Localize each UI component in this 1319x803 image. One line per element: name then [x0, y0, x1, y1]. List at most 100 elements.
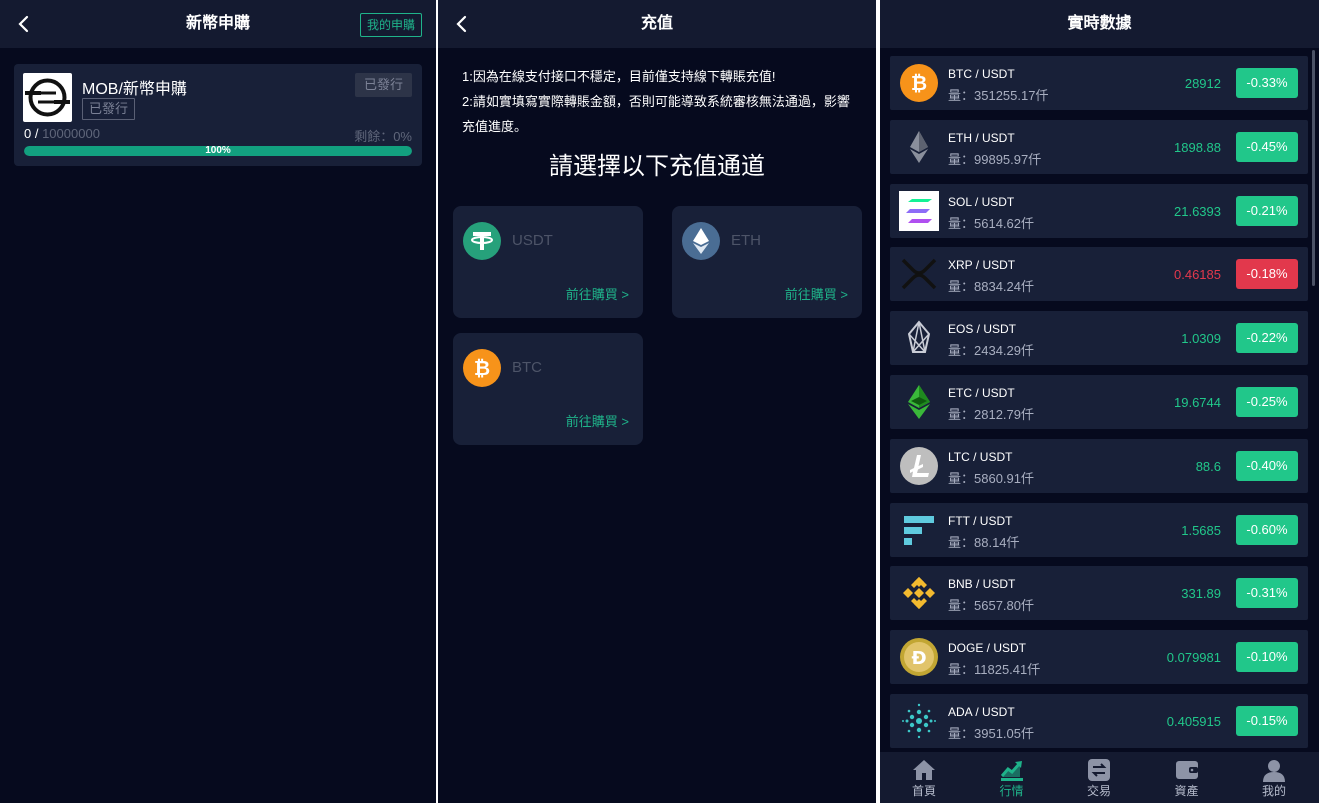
chart-icon: [1000, 758, 1024, 782]
volume: 量：3951.05仟: [948, 726, 1034, 741]
pair-name: FTT / USDT: [948, 513, 1013, 528]
xrp-icon: [899, 254, 939, 294]
usdt-icon: [463, 222, 501, 260]
tab-user[interactable]: 我的: [1239, 752, 1309, 803]
pair-name: ETH / USDT: [948, 130, 1015, 145]
price: 1.5685: [1181, 522, 1221, 538]
eth-icon: [682, 222, 720, 260]
coin-card[interactable]: MOB/新幣申購 已發行 已發行 0 / 10000000 剩餘：0% 100%: [14, 64, 422, 166]
pair-name: BTC / USDT: [948, 67, 1015, 81]
sold-amount: 0 /: [24, 126, 43, 141]
price: 88.6: [1195, 458, 1221, 474]
wallet-icon: [1175, 758, 1199, 782]
change-badge: -0.25%: [1236, 387, 1298, 417]
channel-name: ETH: [731, 232, 761, 249]
total-amount: 10000000: [42, 126, 100, 141]
progress-fill: 100%: [24, 146, 412, 156]
pair-name: DOGE / USDT: [948, 641, 1027, 656]
pair-name: ADA / USDT: [948, 705, 1015, 719]
bnb-icon: [899, 573, 939, 613]
pair-name: XRP / USDT: [948, 258, 1016, 273]
change-badge: -0.33%: [1236, 68, 1298, 98]
market-row[interactable]: LTC / USDT 量：5860.91仟 88.6 -0.40%: [890, 438, 1308, 493]
market-row[interactable]: EOS / USDT 量：2434.29仟 1.0309 -0.22%: [890, 311, 1308, 366]
price: 331.89: [1181, 586, 1221, 602]
progress-bar: 100%: [24, 146, 412, 156]
etc-icon: [899, 382, 939, 422]
market-row[interactable]: Ð DOGE / USDT 量：11825.41仟 0.079981 -0.10%: [890, 630, 1308, 685]
channel-card-btc[interactable]: ₿ BTC 前往購買 >: [453, 333, 643, 445]
price: 0.46185: [1174, 267, 1221, 283]
deposit-notice: 1:因為在線支付接口不穩定，目前僅支持線下轉賬充值! 2:請如實填寫實際轉賬金額…: [462, 64, 862, 139]
coin-name: MOB/新幣申購: [82, 81, 187, 98]
pair-name: ETC / USDT: [948, 386, 1015, 400]
my-subscriptions-button[interactable]: 我的申購: [359, 13, 422, 37]
sol-icon: [899, 190, 939, 231]
market-row[interactable]: ETH / USDT 量：99895.97仟 1898.88 -0.45%: [890, 119, 1308, 174]
ada-icon: [899, 701, 939, 741]
pair-name: LTC / USDT: [948, 449, 1013, 464]
tab-wallet[interactable]: 資產: [1152, 752, 1222, 803]
btc-icon: ₿: [899, 63, 939, 103]
buy-link[interactable]: 前往購買 >: [785, 284, 848, 303]
tab-label: 我的: [1261, 784, 1286, 798]
tab-label: 首頁: [911, 784, 936, 798]
volume: 量：5860.91仟: [948, 470, 1034, 486]
market-panel: 實時數據 ₿ BTC / USDT 量：351255.17仟 28912 -0.33% E…: [880, 0, 1319, 803]
ipo-panel: 新幣申購 我的申購 MOB/新幣申購 已發行 已發行 0 / 10000000 …: [0, 0, 436, 803]
home-icon: [912, 758, 936, 782]
eos-icon: [899, 318, 939, 358]
notice-line-1: 1:因為在線支付接口不穩定，目前僅支持線下轉賬充值!: [462, 69, 776, 84]
remaining-text: 剩餘：0%: [354, 129, 412, 144]
market-row[interactable]: SOL / USDT 量：5614.62仟 21.6393 -0.21%: [890, 183, 1308, 238]
choose-channel-heading: 請選擇以下充值通道: [549, 153, 765, 180]
market-row[interactable]: ETC / USDT 量：2812.79仟 19.6744 -0.25%: [890, 375, 1308, 429]
change-badge: -0.21%: [1236, 195, 1298, 226]
market-row[interactable]: BNB / USDT 量：5657.80仟 331.89 -0.31%: [890, 566, 1308, 621]
buy-link[interactable]: 前往購買 >: [566, 284, 629, 303]
btc-icon: ₿: [463, 349, 501, 387]
volume: 量：11825.41仟: [948, 662, 1041, 678]
doge-icon: Ð: [899, 637, 939, 677]
deposit-header: 充值: [438, 0, 876, 48]
volume: 量：351255.17仟: [948, 88, 1049, 103]
volume: 量：88.14仟: [948, 534, 1020, 550]
bottom-tab-bar: 首頁 行情 交易 資產 我的: [880, 752, 1319, 803]
volume: 量：2812.79仟: [948, 407, 1034, 422]
tab-exchange[interactable]: 交易: [1064, 752, 1134, 803]
channel-name: USDT: [512, 232, 553, 249]
price: 1898.88: [1174, 139, 1221, 155]
user-icon: [1262, 758, 1286, 782]
progress-count: 0 / 10000000: [24, 126, 100, 141]
market-row[interactable]: FTT / USDT 量：88.14仟 1.5685 -0.60%: [890, 502, 1308, 557]
change-badge: -0.15%: [1236, 706, 1298, 736]
volume: 量：5657.80仟: [948, 598, 1034, 614]
buy-link[interactable]: 前往購買 >: [566, 411, 629, 430]
change-badge: -0.18%: [1236, 259, 1298, 290]
ltc-icon: [899, 446, 939, 486]
change-badge: -0.40%: [1236, 450, 1298, 481]
svg-text:₿: ₿: [911, 71, 927, 95]
tab-chart[interactable]: 行情: [977, 752, 1047, 803]
channel-card-usdt[interactable]: USDT 前往購買 >: [453, 206, 643, 318]
change-badge: -0.45%: [1236, 131, 1298, 162]
change-badge: -0.31%: [1236, 578, 1298, 609]
status-badge: 已發行: [82, 98, 136, 120]
market-row[interactable]: ADA / USDT 量：3951.05仟 0.405915 -0.15%: [890, 694, 1308, 748]
pair-name: EOS / USDT: [948, 322, 1017, 337]
channel-card-eth[interactable]: ETH 前往購買 >: [672, 206, 862, 318]
market-row[interactable]: ₿ BTC / USDT 量：351255.17仟 28912 -0.33%: [890, 56, 1308, 110]
volume: 量：5614.62仟: [948, 215, 1034, 231]
deposit-panel: 充值 1:因為在線支付接口不穩定，目前僅支持線下轉賬充值! 2:請如實填寫實際轉…: [438, 0, 876, 803]
issued-button[interactable]: 已發行: [354, 73, 412, 97]
market-header: 實時數據: [880, 0, 1319, 48]
scrollbar[interactable]: [1312, 50, 1315, 286]
change-badge: -0.60%: [1236, 514, 1298, 545]
volume: 量：2434.29仟: [948, 343, 1034, 359]
market-row[interactable]: XRP / USDT 量：8834.24仟 0.46185 -0.18%: [890, 247, 1308, 302]
price: 0.405915: [1166, 714, 1221, 729]
svg-text:₿: ₿: [474, 356, 490, 380]
volume: 量：99895.97仟: [948, 151, 1042, 167]
tab-home[interactable]: 首頁: [889, 752, 959, 803]
tab-label: 資產: [1174, 784, 1199, 798]
